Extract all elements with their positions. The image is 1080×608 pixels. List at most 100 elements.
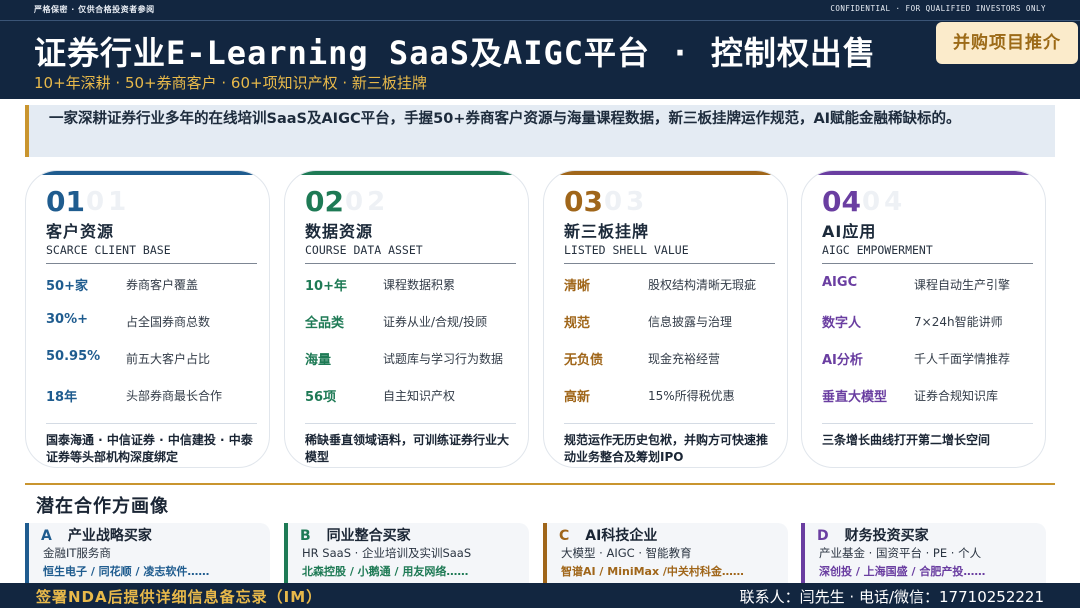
card-note: 三条增长曲线打开第二增长空间 bbox=[822, 423, 1033, 467]
card-accent-bar bbox=[544, 171, 787, 175]
card-subtitle-en: COURSE DATA ASSET bbox=[305, 243, 423, 257]
feature-card: 03 03 新三板挂牌 LISTED SHELL VALUE 清晰 股权结构清晰无瑕疵规范… bbox=[543, 170, 788, 468]
buyer-card: A 产业战略买家 金融IT服务商 恒生电子 / 同花顺 / 凌志软件…… bbox=[25, 523, 270, 583]
metric-row: 数字人 7×24h智能讲师 bbox=[822, 312, 1037, 332]
card-title: 客户资源 bbox=[46, 222, 115, 241]
metric-row: 18年 头部券商最长合作 bbox=[46, 386, 261, 406]
metric-key: 全品类 bbox=[305, 316, 345, 331]
metric-key: 清晰 bbox=[564, 279, 591, 294]
card-watermark-number: 02 bbox=[345, 187, 390, 217]
card-note: 规范运作无历史包袱，并购方可快速推动业务整合及筹划IPO bbox=[564, 423, 775, 467]
metric-row: AIGC 课程自动生产引擎 bbox=[822, 275, 1037, 295]
metric-row: 50+家 券商客户覆盖 bbox=[46, 275, 261, 295]
metric-row: 清晰 股权结构清晰无瑕疵 bbox=[564, 275, 779, 295]
buyer-letter: D bbox=[817, 528, 829, 544]
metric-value: 券商客户覆盖 bbox=[126, 278, 199, 292]
metric-row: AI分析 千人千面学情推荐 bbox=[822, 349, 1037, 369]
buyer-card: B 同业整合买家 HR SaaS · 企业培训及实训SaaS 北森控股 / 小鹅通 /… bbox=[284, 523, 529, 583]
confidential-line: 严格保密 · 仅供合格投资者参阅 CONFIDENTIAL · FOR QUAL… bbox=[34, 4, 1046, 16]
metric-value: 试题库与学习行为数据 bbox=[383, 352, 504, 366]
metric-key: AIGC bbox=[822, 275, 858, 290]
card-accent-bar bbox=[802, 171, 1045, 175]
confidential-cn: 严格保密 · 仅供合格投资者参阅 bbox=[34, 5, 155, 14]
metric-row: 无负债 现金充裕经营 bbox=[564, 349, 779, 369]
metric-row: 海量 试题库与学习行为数据 bbox=[305, 349, 520, 369]
metric-value: 证券合规知识库 bbox=[914, 389, 999, 403]
metric-row: 垂直大模型 证券合规知识库 bbox=[822, 386, 1037, 406]
buyer-title: AI科技企业 bbox=[585, 528, 658, 544]
metric-key: 10+年 bbox=[305, 279, 347, 294]
card-title: AI应用 bbox=[822, 222, 877, 241]
metric-value: 自主知识产权 bbox=[383, 389, 456, 403]
metric-key: 垂直大模型 bbox=[822, 390, 888, 405]
metric-key: 50+家 bbox=[46, 279, 88, 294]
buyer-examples: 智谱AI / MiniMax /中关村科金…… bbox=[561, 565, 744, 578]
metric-value: 课程数据积累 bbox=[383, 278, 456, 292]
buyer-letter: B bbox=[300, 528, 311, 544]
footer-contact: 联系人：闫先生 · 电话/微信：17710252221 bbox=[739, 588, 1044, 606]
metric-key: 30%+ bbox=[46, 312, 89, 327]
page-subtitle: 10+年深耕 · 50+券商客户 · 60+项知识产权 · 新三板挂牌 bbox=[34, 74, 427, 92]
metric-row: 规范 信息披露与治理 bbox=[564, 312, 779, 332]
metric-key: 56项 bbox=[305, 390, 337, 405]
feature-card: 04 04 AI应用 AIGC EMPOWERMENT AIGC 课程自动生产引擎数字人 7… bbox=[801, 170, 1046, 468]
metric-value: 信息披露与治理 bbox=[648, 315, 733, 329]
card-title: 数据资源 bbox=[305, 222, 374, 241]
card-watermark-number: 04 bbox=[862, 187, 907, 217]
metric-key: 18年 bbox=[46, 390, 78, 405]
footer-nda-note: 签署NDA后提供详细信息备忘录（IM） bbox=[36, 588, 323, 606]
buyer-description: 金融IT服务商 bbox=[43, 546, 111, 560]
buyer-heading: A 产业战略买家 bbox=[41, 525, 152, 545]
card-watermark-number: 03 bbox=[604, 187, 649, 217]
card-divider bbox=[46, 263, 257, 264]
card-number: 01 bbox=[46, 185, 85, 218]
buyer-description: 大模型 · AIGC · 智能教育 bbox=[561, 546, 692, 560]
card-title: 新三板挂牌 bbox=[564, 222, 650, 241]
buyer-card: D 财务投资买家产业基金 · 国资平台 · PE · 个人 深创投 / 上海国盛 /… bbox=[801, 523, 1046, 583]
metric-value: 占全国券商总数 bbox=[126, 315, 211, 329]
buyer-description: HR SaaS · 企业培训及实训SaaS bbox=[302, 546, 472, 560]
card-number: 03 bbox=[564, 185, 603, 218]
metric-key: 数字人 bbox=[822, 316, 862, 331]
buyer-heading: B 同业整合买家 bbox=[300, 525, 411, 545]
metric-value: 15%所得税优惠 bbox=[648, 389, 735, 403]
buyer-title: 财务投资买家 bbox=[844, 528, 929, 544]
buyer-examples: 深创投 / 上海国盛 / 合肥产投…… bbox=[819, 565, 986, 578]
metric-value: 现金充裕经营 bbox=[648, 352, 721, 366]
buyer-heading: C AI科技企业 bbox=[559, 525, 657, 545]
card-note: 稀缺垂直领域语料，可训练证券行业大模型 bbox=[305, 423, 516, 467]
card-accent-bar bbox=[285, 171, 528, 175]
metric-value: 股权结构清晰无瑕疵 bbox=[648, 278, 757, 292]
metric-row: 全品类 证券从业/合规/投顾 bbox=[305, 312, 520, 332]
metric-key: 50.95% bbox=[46, 349, 101, 364]
buyer-title: 产业战略买家 bbox=[67, 528, 152, 544]
section-title: 潜在合作方画像 bbox=[36, 496, 169, 517]
header-banner: 严格保密 · 仅供合格投资者参阅 CONFIDENTIAL · FOR QUAL… bbox=[0, 0, 1080, 99]
section-divider bbox=[25, 483, 1055, 485]
metric-value: 千人千面学情推荐 bbox=[914, 352, 1011, 366]
summary-box: 一家深耕证券行业多年的在线培训SaaS及AIGC平台，手握50+券商客户资源与海… bbox=[25, 105, 1055, 157]
card-accent-bar bbox=[26, 171, 269, 175]
feature-card: 02 02 数据资源 COURSE DATA ASSET 10+年 课程数据积累全品类 证券… bbox=[284, 170, 529, 468]
metric-value: 课程自动生产引擎 bbox=[914, 278, 1011, 292]
metric-row: 高新 15%所得税优惠 bbox=[564, 386, 779, 406]
card-number: 02 bbox=[305, 185, 344, 218]
metric-key: 规范 bbox=[564, 316, 591, 331]
card-subtitle-en: AIGC EMPOWERMENT bbox=[822, 243, 933, 257]
metric-key: 高新 bbox=[564, 390, 591, 405]
buyer-card: C AI科技企业 大模型 · AIGC · 智能教育智谱AI / MiniMax /… bbox=[543, 523, 788, 583]
footer-bar: 签署NDA后提供详细信息备忘录（IM） 联系人：闫先生 · 电话/微信：1771… bbox=[0, 583, 1080, 608]
card-subtitle-en: LISTED SHELL VALUE bbox=[564, 243, 689, 257]
buyer-letter: A bbox=[41, 528, 52, 544]
card-subtitle-en: SCARCE CLIENT BASE bbox=[46, 243, 171, 257]
card-divider bbox=[305, 263, 516, 264]
buyer-description: 产业基金 · 国资平台 · PE · 个人 bbox=[819, 546, 982, 560]
card-watermark-number: 01 bbox=[86, 187, 131, 217]
buyer-heading: D 财务投资买家 bbox=[817, 525, 929, 545]
card-number: 04 bbox=[822, 185, 861, 218]
buyer-examples: 北森控股 / 小鹅通 / 用友网络…… bbox=[302, 565, 469, 578]
metric-value: 前五大客户占比 bbox=[126, 352, 211, 366]
metric-key: 海量 bbox=[305, 353, 332, 368]
page-title: 证券行业E-Learning SaaS及AIGC平台 · 控制权出售 bbox=[34, 34, 876, 72]
header-divider bbox=[0, 20, 1080, 21]
